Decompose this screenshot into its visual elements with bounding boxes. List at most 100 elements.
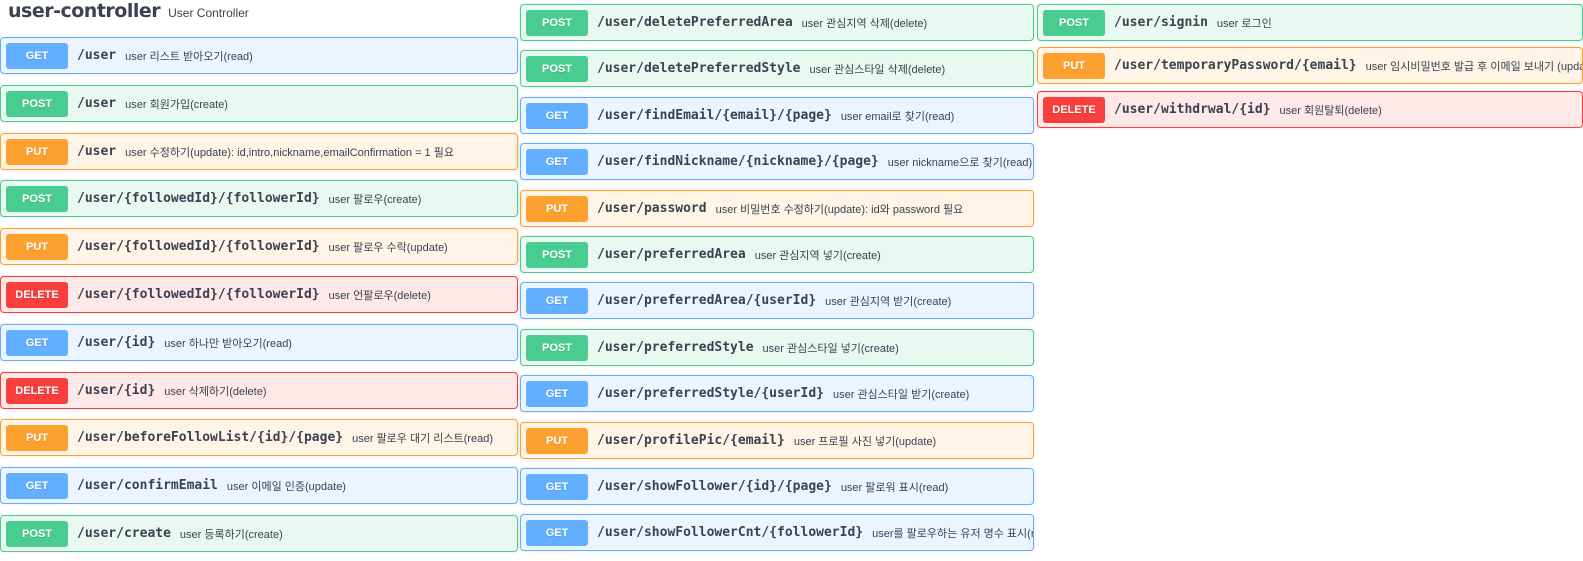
endpoint-path: /user/{followedId}/{followerId} xyxy=(77,191,320,206)
endpoint-path: /user/signin xyxy=(1114,15,1208,30)
operation-put[interactable]: PUT/user/profilePic/{email} user 프로필 사진 넣… xyxy=(520,422,1034,459)
endpoint-description: user 수정하기(update): id,intro,nickname,ema… xyxy=(125,146,454,159)
operation-get[interactable]: GET/user/confirmEmail user 이메일 인증(update) xyxy=(0,467,518,504)
endpoint-description: user 관심스타일 넣기(create) xyxy=(762,342,899,355)
controller-description: User Controller xyxy=(168,6,249,20)
operation-delete[interactable]: DELETE/user/{followedId}/{followerId} use… xyxy=(0,276,518,313)
endpoint-path: /user/{id} xyxy=(77,335,156,350)
method-badge: PUT xyxy=(526,427,588,454)
method-badge: GET xyxy=(526,148,588,175)
method-badge: GET xyxy=(526,473,588,500)
endpoint-description: user 임시비밀번호 발급 후 이메일 보내기 (update) xyxy=(1365,60,1583,73)
method-badge: GET xyxy=(526,102,588,129)
endpoint-path: /user/deletePreferredStyle xyxy=(597,61,801,76)
endpoint-path: /user/temporaryPassword/{email} xyxy=(1114,58,1357,73)
controller-header[interactable]: user-controller User Controller xyxy=(8,0,249,26)
operation-put[interactable]: PUT/user/temporaryPassword/{email} user 임… xyxy=(1037,47,1583,84)
operation-post[interactable]: POST/user/signin user 로그인 xyxy=(1037,4,1583,41)
endpoint-path: /user/confirmEmail xyxy=(77,478,218,493)
method-badge: GET xyxy=(526,287,588,314)
endpoint-description: user 관심스타일 받기(create) xyxy=(832,388,970,401)
endpoint-description: user 관심스타일 삭제(delete) xyxy=(809,63,946,76)
operation-get[interactable]: GET/user/showFollowerCnt/{followerId} use… xyxy=(520,514,1034,551)
operation-post[interactable]: POST/user/create user 등록하기(create) xyxy=(0,515,518,552)
endpoint-path: /user/{id} xyxy=(77,383,156,398)
operation-delete[interactable]: DELETE/user/{id} user 삭제하기(delete) xyxy=(0,372,518,409)
method-badge: GET xyxy=(6,42,68,69)
endpoint-path: /user/findEmail/{email}/{page} xyxy=(597,108,832,123)
method-badge: POST xyxy=(6,520,68,547)
endpoint-description: user 등록하기(create) xyxy=(179,528,283,541)
endpoint-description: user 관심지역 받기(create) xyxy=(825,295,952,308)
endpoint-path: /user/profilePic/{email} xyxy=(597,433,785,448)
endpoint-description: user 이메일 인증(update) xyxy=(226,480,346,493)
endpoint-description: user 팔로우 대기 리스트(read) xyxy=(352,432,493,445)
operation-post[interactable]: POST/user/deletePreferredArea user 관심지역 삭… xyxy=(520,4,1034,41)
endpoint-description: user를 팔로우하는 유저 명수 표시(read) xyxy=(872,527,1034,540)
endpoint-path: /user xyxy=(77,144,117,159)
operation-get[interactable]: GET/user/findEmail/{email}/{page} user em… xyxy=(520,97,1034,134)
endpoint-description: user 하나만 받아오기(read) xyxy=(164,337,292,350)
operation-put[interactable]: PUT/user user 수정하기(update): id,intro,nick… xyxy=(0,133,518,170)
operation-post[interactable]: POST/user/deletePreferredStyle user 관심스타일… xyxy=(520,50,1034,87)
endpoint-path: /user/preferredStyle/{userId} xyxy=(597,386,824,401)
method-badge: DELETE xyxy=(1043,96,1105,123)
endpoint-description: user 관심지역 삭제(delete) xyxy=(801,17,928,30)
method-badge: POST xyxy=(6,90,68,117)
endpoint-description: user 회원탈퇴(delete) xyxy=(1279,104,1382,117)
method-badge: POST xyxy=(6,185,68,212)
operation-get[interactable]: GET/user/findNickname/{nickname}/{page} u… xyxy=(520,143,1034,180)
operation-get[interactable]: GET/user/{id} user 하나만 받아오기(read) xyxy=(0,324,518,361)
operation-get[interactable]: GET/user user 리스트 받아오기(read) xyxy=(0,37,518,74)
method-badge: POST xyxy=(526,334,588,361)
endpoint-description: user 언팔로우(delete) xyxy=(328,289,431,302)
operation-put[interactable]: PUT/user/beforeFollowList/{id}/{page} use… xyxy=(0,419,518,456)
endpoint-path: /user/withdrwal/{id} xyxy=(1114,102,1271,117)
endpoint-path: /user xyxy=(77,48,117,63)
endpoint-description: user 관심지역 넣기(create) xyxy=(754,249,881,262)
method-badge: POST xyxy=(526,241,588,268)
method-badge: DELETE xyxy=(6,377,68,404)
method-badge: GET xyxy=(6,329,68,356)
operation-get[interactable]: GET/user/preferredArea/{userId} user 관심지역… xyxy=(520,282,1034,319)
endpoint-description: user 회원가입(create) xyxy=(125,98,228,111)
method-badge: DELETE xyxy=(6,281,68,308)
endpoint-description: user 리스트 받아오기(read) xyxy=(125,50,253,63)
operation-post[interactable]: POST/user user 회원가입(create) xyxy=(0,85,518,122)
endpoint-description: user 팔로우(create) xyxy=(328,193,422,206)
endpoint-description: user 팔로워 표시(read) xyxy=(840,481,949,494)
operation-post[interactable]: POST/user/preferredStyle user 관심스타일 넣기(cr… xyxy=(520,329,1034,366)
endpoint-path: /user/deletePreferredArea xyxy=(597,15,793,30)
endpoint-path: /user/showFollowerCnt/{followerId} xyxy=(597,525,864,540)
endpoint-path: /user/showFollower/{id}/{page} xyxy=(597,479,832,494)
method-badge: PUT xyxy=(526,195,588,222)
endpoint-path: /user/{followedId}/{followerId} xyxy=(77,239,320,254)
endpoint-description: user email로 찾기(read) xyxy=(840,110,955,123)
controller-title: user-controller xyxy=(8,0,161,22)
method-badge: POST xyxy=(526,55,588,82)
endpoint-path: /user/preferredArea/{userId} xyxy=(597,293,817,308)
operation-get[interactable]: GET/user/showFollower/{id}/{page} user 팔로… xyxy=(520,468,1034,505)
operation-put[interactable]: PUT/user/{followedId}/{followerId} user 팔… xyxy=(0,228,518,265)
method-badge: PUT xyxy=(6,424,68,451)
operation-delete[interactable]: DELETE/user/withdrwal/{id} user 회원탈퇴(dele… xyxy=(1037,91,1583,128)
endpoint-path: /user/findNickname/{nickname}/{page} xyxy=(597,154,879,169)
method-badge: GET xyxy=(6,472,68,499)
operation-put[interactable]: PUT/user/password user 비밀번호 수정하기(update):… xyxy=(520,190,1034,227)
operation-post[interactable]: POST/user/preferredArea user 관심지역 넣기(crea… xyxy=(520,236,1034,273)
operation-get[interactable]: GET/user/preferredStyle/{userId} user 관심스… xyxy=(520,375,1034,412)
endpoint-path: /user/preferredArea xyxy=(597,247,746,262)
endpoint-description: user 삭제하기(delete) xyxy=(164,385,267,398)
endpoint-path: /user/preferredStyle xyxy=(597,340,754,355)
endpoint-path: /user/beforeFollowList/{id}/{page} xyxy=(77,430,344,445)
endpoint-description: user 비밀번호 수정하기(update): id와 password 필요 xyxy=(715,203,964,216)
endpoint-description: user 로그인 xyxy=(1216,17,1272,30)
method-badge: PUT xyxy=(6,233,68,260)
method-badge: GET xyxy=(526,519,588,546)
method-badge: POST xyxy=(1043,9,1105,36)
method-badge: GET xyxy=(526,380,588,407)
method-badge: PUT xyxy=(6,138,68,165)
method-badge: POST xyxy=(526,9,588,36)
endpoint-description: user nickname으로 찾기(read) xyxy=(887,156,1033,169)
operation-post[interactable]: POST/user/{followedId}/{followerId} user … xyxy=(0,180,518,217)
